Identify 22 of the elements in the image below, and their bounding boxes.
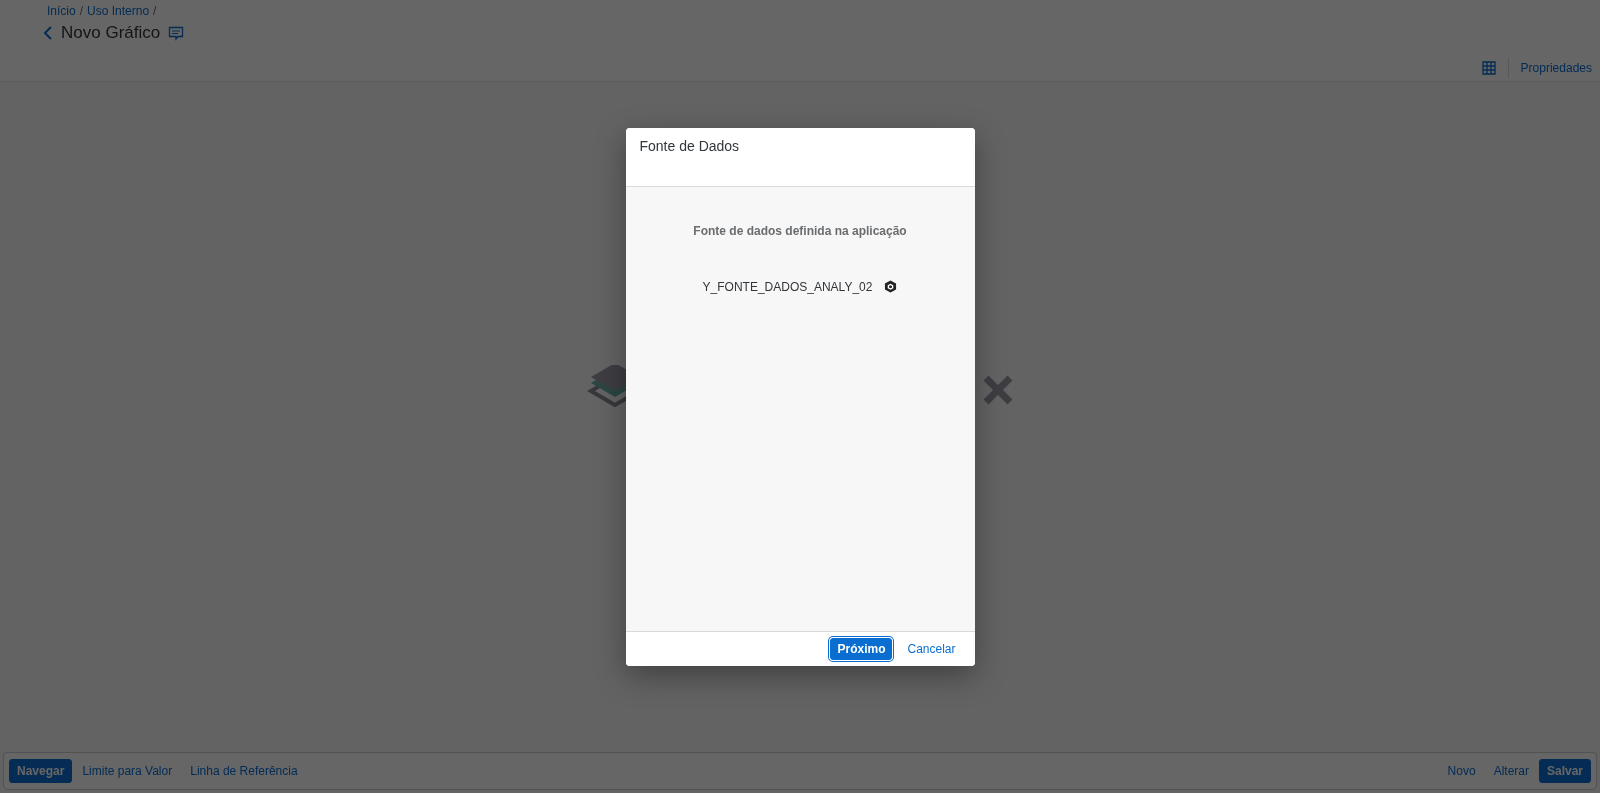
footer-button[interactable]: Alterar <box>1485 759 1537 783</box>
footer-button[interactable]: Limite para Valor <box>74 759 181 783</box>
page-title: Novo Gráfico <box>61 23 161 43</box>
breadcrumb-separator: / <box>79 4 84 18</box>
breadcrumb-link[interactable]: Início <box>47 4 76 18</box>
footer-button[interactable]: Salvar <box>1538 759 1591 783</box>
footer-button[interactable]: Novo <box>1439 759 1484 783</box>
data-source-name: Y_FONTE_DADOS_ANALY_02 <box>702 279 873 294</box>
table-grid-icon[interactable] <box>1481 60 1496 75</box>
breadcrumb-separator: / <box>153 4 157 18</box>
cube-icon <box>884 280 898 293</box>
cross-mark-drawing <box>983 374 1013 405</box>
footer-button[interactable]: Linha de Referência <box>182 759 306 783</box>
dialog-title: Fonte de Dados <box>639 137 740 154</box>
back-chevron-icon[interactable] <box>43 26 53 40</box>
footer-button[interactable]: Navegar <box>9 759 73 783</box>
breadcrumb-link[interactable]: Uso Interno <box>87 4 150 18</box>
properties-button[interactable]: Propriedades <box>1520 60 1592 75</box>
dialog-button[interactable]: Próximo <box>830 637 893 660</box>
dialog-button[interactable]: Cancelar <box>900 637 963 660</box>
dialog-subtitle: Fonte de dados definida na aplicação <box>693 223 907 238</box>
comment-icon[interactable] <box>168 25 185 41</box>
